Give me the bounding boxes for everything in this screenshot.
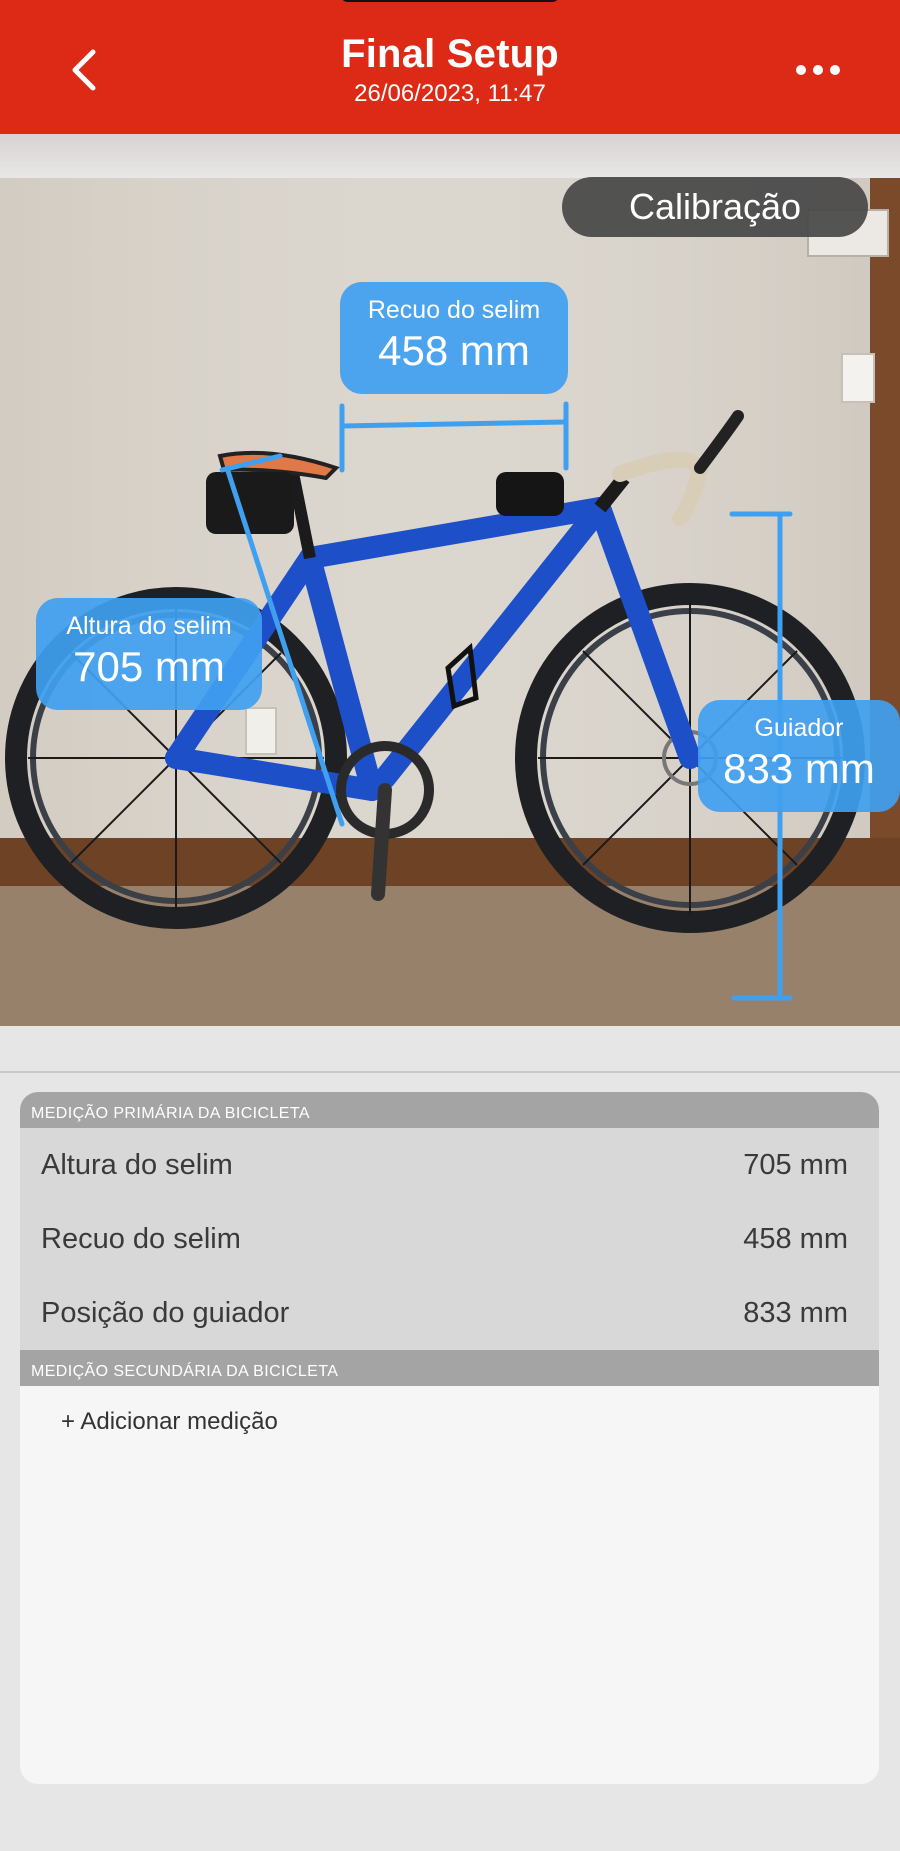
page-subtitle-date: 26/06/2023, 11:47 xyxy=(354,80,546,107)
primary-measurement-list: Altura do selim 705 mm Recuo do selim 45… xyxy=(20,1128,879,1350)
handlebar-measure-label[interactable]: Guiador 833 mm xyxy=(698,700,900,812)
calibration-button[interactable]: Calibração xyxy=(562,177,868,237)
add-measurement-button[interactable]: + Adicionar medição xyxy=(61,1408,278,1436)
handlebar-label-value: 833 mm xyxy=(723,745,875,792)
row-value: 833 mm xyxy=(743,1296,848,1329)
primary-section-header: MEDIÇÃO PRIMÁRIA DA BICICLETA xyxy=(20,1092,879,1128)
saddle-height-measure-label[interactable]: Altura do selim 705 mm xyxy=(36,598,262,710)
row-label: Recuo do selim xyxy=(41,1222,241,1255)
row-label: Altura do selim xyxy=(41,1148,233,1181)
header-shadow xyxy=(0,134,900,178)
divider xyxy=(0,1071,900,1073)
row-value: 458 mm xyxy=(743,1222,848,1255)
device-notch xyxy=(340,0,560,2)
setback-label-name: Recuo do selim xyxy=(367,296,541,324)
saddle-height-label-name: Altura do selim xyxy=(66,612,232,640)
measurement-row-saddle-height[interactable]: Altura do selim 705 mm xyxy=(20,1128,879,1202)
top-bar: Final Setup 26/06/2023, 11:47 xyxy=(0,0,900,134)
setback-label-value: 458 mm xyxy=(378,327,530,374)
saddle-height-label-value: 705 mm xyxy=(73,643,225,690)
page-title: Final Setup xyxy=(341,32,559,76)
row-label: Posição do guiador xyxy=(41,1296,290,1329)
ellipsis-icon xyxy=(796,65,840,75)
handlebar-label-name: Guiador xyxy=(754,714,844,742)
measurement-row-handlebar-position[interactable]: Posição do guiador 833 mm xyxy=(20,1276,879,1350)
measurements-card: MEDIÇÃO PRIMÁRIA DA BICICLETA Altura do … xyxy=(20,1092,879,1784)
row-value: 705 mm xyxy=(743,1148,848,1181)
setback-measure-label[interactable]: Recuo do selim 458 mm xyxy=(340,282,568,394)
more-options-button[interactable] xyxy=(788,48,848,92)
secondary-section-header: MEDIÇÃO SECUNDÁRIA DA BICICLETA xyxy=(20,1350,879,1386)
measurement-row-saddle-setback[interactable]: Recuo do selim 458 mm xyxy=(20,1202,879,1276)
